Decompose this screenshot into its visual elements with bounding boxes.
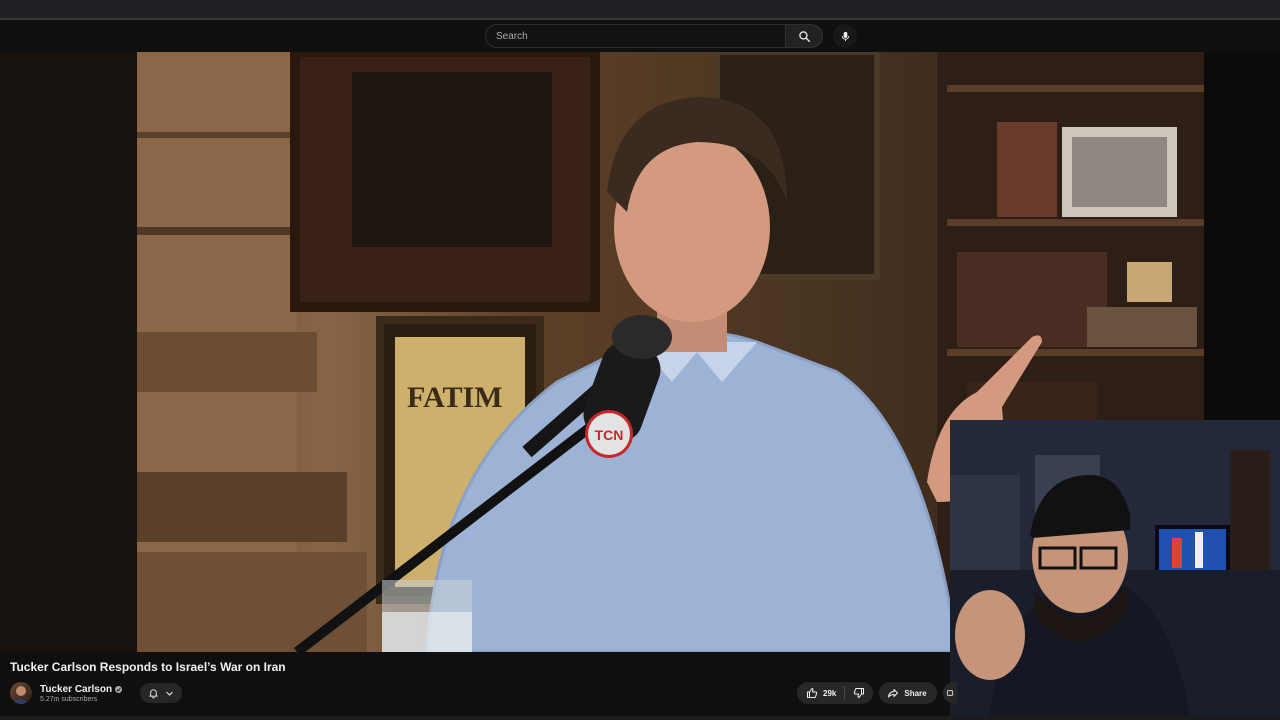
video-actions: 29k Share <box>797 682 957 704</box>
like-count: 29k <box>823 688 837 698</box>
video-title: Tucker Carlson Responds to Israel’s War … <box>10 660 286 674</box>
more-icon <box>946 690 953 696</box>
browser-chrome-strip <box>0 0 1280 20</box>
water-glass <box>382 580 472 652</box>
avatar-person-icon <box>13 686 29 704</box>
channel-name-link[interactable]: Tucker Carlson <box>40 683 123 695</box>
mic-logo: TCN <box>595 427 624 443</box>
poster-text: FATIM <box>407 381 503 414</box>
search-bar <box>485 23 857 49</box>
search-input[interactable] <box>485 24 785 48</box>
webcam-scene <box>950 420 1280 716</box>
search-button[interactable] <box>785 24 823 48</box>
channel-row: Tucker Carlson 5.27m subscribers <box>10 680 183 706</box>
video-meta: Tucker Carlson Responds to Israel’s War … <box>0 652 957 720</box>
channel-info: Tucker Carlson 5.27m subscribers <box>40 683 123 703</box>
channel-name: Tucker Carlson <box>40 683 113 695</box>
voice-search-button[interactable] <box>833 24 857 48</box>
subscriber-count: 5.27m subscribers <box>40 695 98 703</box>
bell-icon <box>149 689 158 699</box>
top-bar <box>0 20 1280 52</box>
chevron-down-icon <box>166 691 173 696</box>
share-label: Share <box>904 688 927 698</box>
like-dislike-group: 29k <box>797 682 874 704</box>
webcam-overlay <box>950 420 1280 716</box>
like-button[interactable]: 29k <box>797 682 844 704</box>
channel-avatar[interactable] <box>10 682 32 704</box>
share-button[interactable]: Share <box>879 682 937 704</box>
thumbs-up-icon <box>807 688 818 698</box>
search-icon <box>798 30 810 42</box>
more-actions-button[interactable] <box>942 682 957 704</box>
bottom-strip <box>0 716 1280 720</box>
thumbs-down-icon <box>854 688 865 698</box>
verified-icon <box>115 685 123 693</box>
mic-icon <box>841 31 849 41</box>
share-icon <box>888 689 899 698</box>
wall-frame-inner <box>352 72 552 247</box>
letterbox-left <box>0 52 137 652</box>
dislike-button[interactable] <box>845 682 873 704</box>
notification-bell-button[interactable] <box>140 683 183 703</box>
